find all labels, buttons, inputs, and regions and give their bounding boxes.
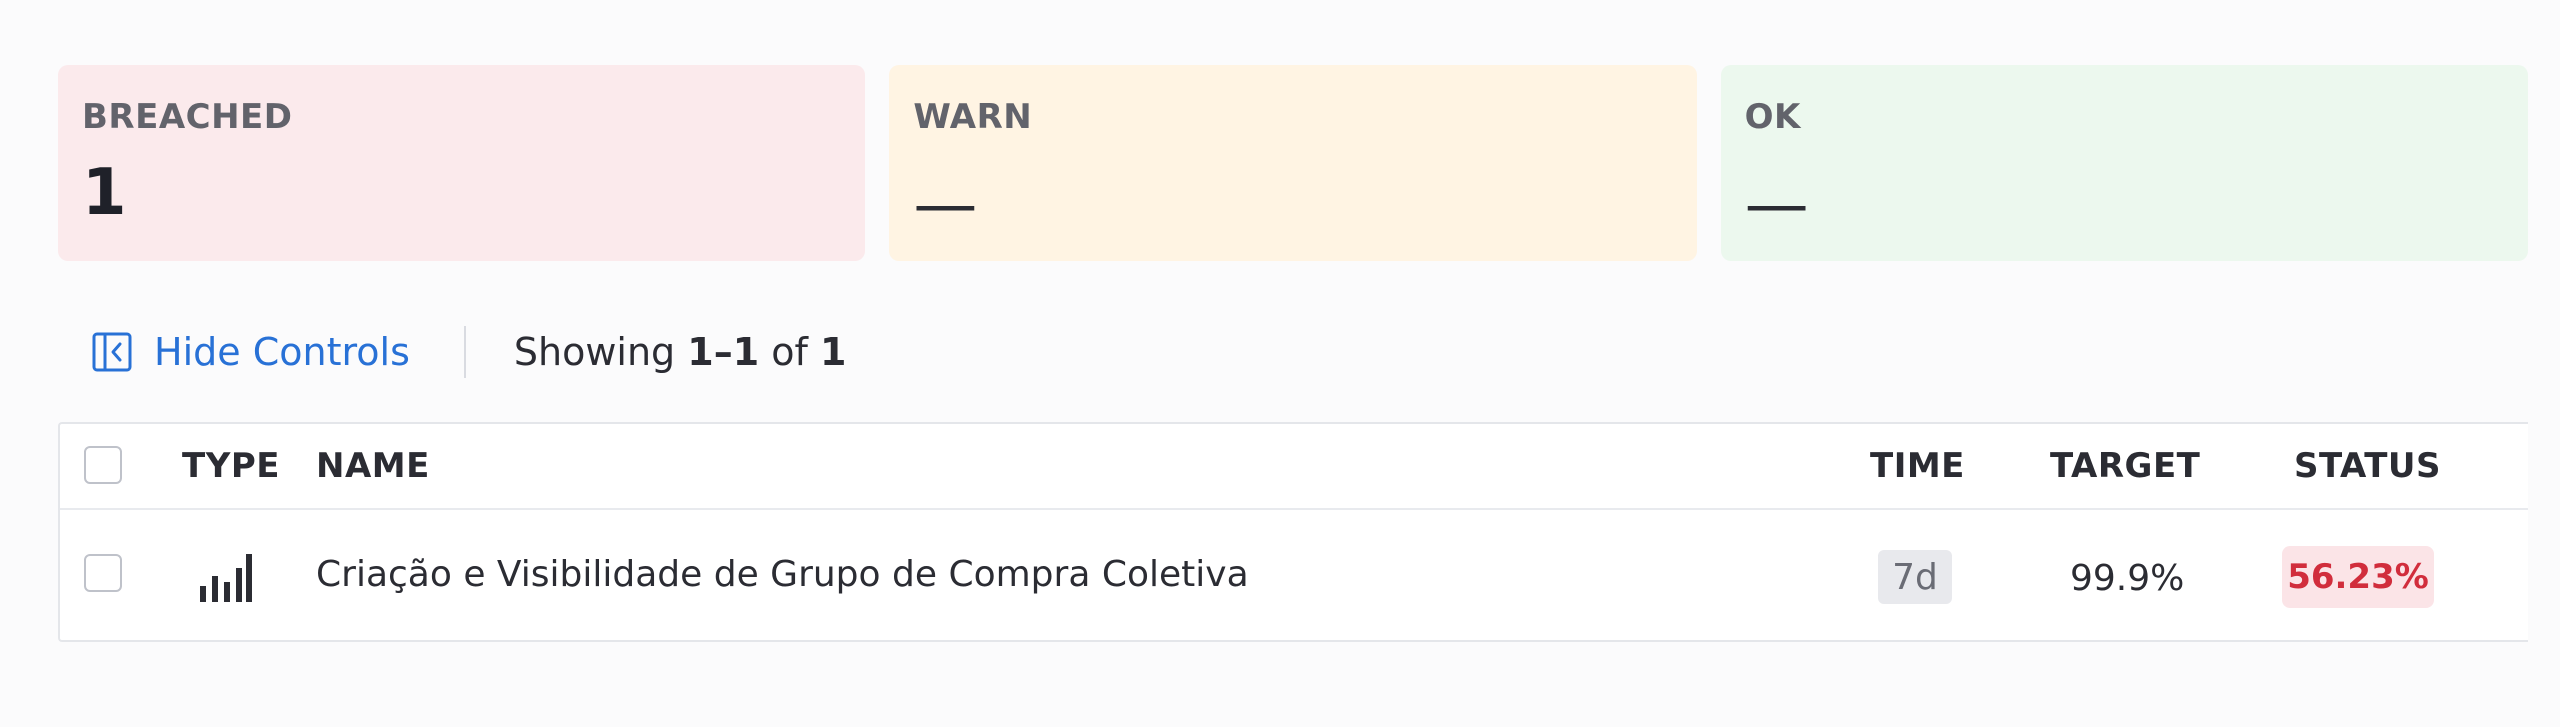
table-header: TYPE NAME TIME TARGET STATUS [60,424,2528,510]
controls-bar: Hide Controls Showing 1–1 of 1 [92,322,846,382]
ok-count: — [1744,168,1809,242]
column-time[interactable]: TIME [1870,446,1965,486]
showing-prefix: Showing [513,330,676,374]
ok-card[interactable]: OK — [1720,65,2528,261]
bar-chart-icon [198,552,252,613]
column-type[interactable]: TYPE [182,446,280,486]
hide-controls-button[interactable]: Hide Controls [92,330,410,374]
table-row[interactable]: Criação e Visibilidade de Grupo de Compr… [60,510,2528,642]
showing-count: Showing 1–1 of 1 [514,330,847,374]
column-status[interactable]: STATUS [2294,446,2441,486]
row-checkbox[interactable] [84,554,122,592]
showing-range: 1–1 [687,330,760,374]
warn-count: — [913,168,978,242]
column-name[interactable]: NAME [316,446,430,486]
slo-table: TYPE NAME TIME TARGET STATUS Criação e V… [58,422,2528,642]
hide-controls-label: Hide Controls [154,330,410,374]
collapse-panel-icon [92,332,132,372]
slo-name[interactable]: Criação e Visibilidade de Grupo de Compr… [316,554,1249,595]
target-value: 99.9% [2070,558,2185,599]
ok-label: OK [1744,97,1801,137]
breached-label: BREACHED [82,97,293,137]
status-badge: 56.23% [2282,546,2434,608]
time-window-badge: 7d [1878,550,1952,604]
showing-total: 1 [819,330,847,374]
showing-of: of [771,330,808,374]
warn-card[interactable]: WARN — [889,65,1697,261]
controls-divider [463,326,466,378]
column-target[interactable]: TARGET [2050,446,2200,486]
summary-cards: BREACHED 1 WARN — OK — [58,65,2528,261]
warn-label: WARN [913,97,1033,137]
breached-card[interactable]: BREACHED 1 [58,65,866,261]
breached-count: 1 [82,156,127,230]
select-all-checkbox[interactable] [84,446,122,484]
